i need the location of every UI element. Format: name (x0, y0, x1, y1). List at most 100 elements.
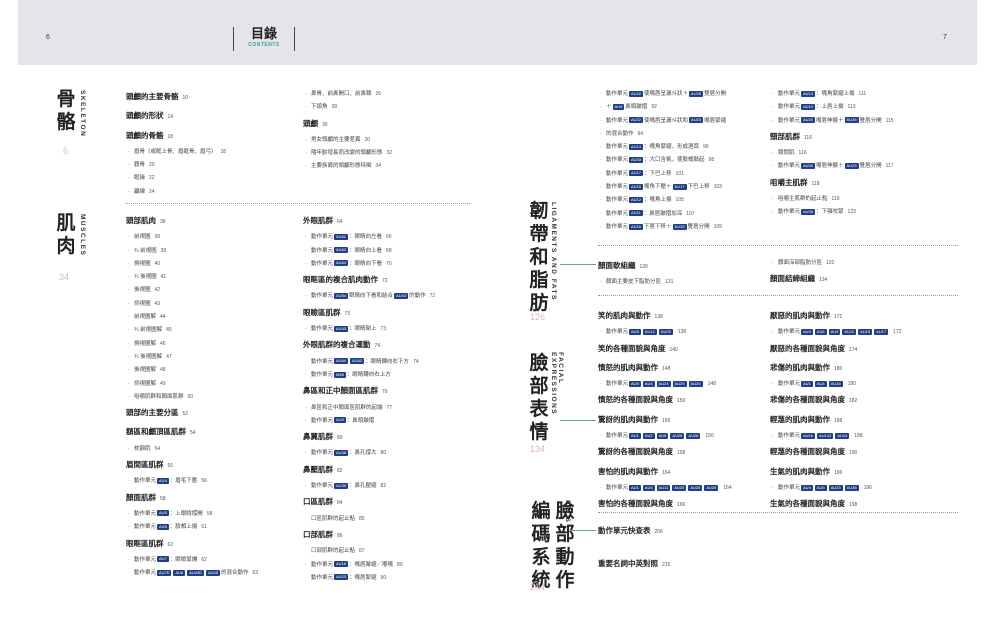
toc-entry[interactable]: 動作單元AU6AU12AU25 138 (598, 326, 732, 340)
toc-heading[interactable]: 頭顱 30 (303, 115, 392, 134)
toc-entry[interactable]: 後視圖42 (126, 284, 258, 298)
toc-heading[interactable]: 顏面肌群 58 (126, 489, 258, 508)
toc-entry[interactable]: 動作單元AU22使嘴唇呈漏斗狀＋AU25雙唇分開 (598, 88, 726, 102)
toc-heading[interactable]: 輕蔑的肌肉與動作 188 (770, 411, 901, 430)
toc-heading[interactable]: 口區肌群 84 (303, 493, 435, 512)
toc-heading[interactable]: 外眼肌群 64 (303, 212, 435, 231)
toc-entry[interactable]: 動作單元AU4AU6AU9AU11AU15AU17 172 (770, 326, 901, 340)
toc-entry[interactable]: 動作單元AU38：鼻孔撐大80 (303, 447, 435, 461)
toc-entry[interactable]: 前視圖解44 (126, 311, 258, 325)
toc-heading[interactable]: 笑的各種面貌與角度 140 (598, 340, 732, 359)
toc-heading[interactable]: 笑的肌肉與動作 138 (598, 307, 732, 326)
toc-heading[interactable]: 生氣的肌肉與動作 196 (770, 463, 901, 482)
toc-entry[interactable]: 動作單元AU6：臉頰上揚61 (126, 521, 258, 535)
toc-entry[interactable]: 側視圖解46 (126, 338, 258, 352)
toc-entry[interactable]: 口部肌群的起止點87 (303, 545, 435, 559)
toc-entry[interactable]: 動作單元AU18：嘴唇聚縮／嘟嘴89 (303, 559, 435, 573)
toc-entry[interactable]: 男女頭顱的主要差異30 (303, 134, 392, 148)
toc-entry[interactable]: 動作單元AU10：上唇上揚113 (770, 101, 894, 115)
toc-entry[interactable]: 動作單元M68：眼睛轉向右上方 (303, 369, 435, 383)
toc-heading[interactable]: 悲傷的肌肉與動作 180 (770, 359, 901, 378)
toc-entry[interactable]: 動作單元AU13：嘴角緊縮上揚111 (770, 88, 894, 102)
toc-heading[interactable]: 頭部的主要分區 52 (126, 404, 258, 423)
toc-entry[interactable]: 動作單元AU20嘴唇伸展＋AU25雙唇分開117 (770, 160, 894, 174)
toc-entry[interactable]: 前視圖38 (126, 231, 258, 245)
toc-entry[interactable]: 下頜角28 (303, 101, 392, 115)
toc-heading[interactable]: 頭顱的主要骨骼 10 (126, 88, 226, 107)
toc-entry[interactable]: 眉骨（或眶上骨、眉眶骨、眉弓）18 (126, 146, 226, 160)
toc-entry[interactable]: 動作單元AUL6AUL12AU14 188 (770, 430, 901, 444)
toc-entry[interactable]: 動作單元AU23：嘴唇緊縮90 (303, 572, 435, 586)
toc-heading[interactable]: 重要名詞中英對照 215 (598, 555, 670, 574)
toc-entry[interactable]: 顏面深部脂肪分區132 (770, 257, 834, 271)
toc-entry[interactable]: 頸闊肌116 (770, 147, 894, 161)
toc-heading[interactable]: 憤怒的各種面貌與角度 150 (598, 391, 732, 410)
toc-heading[interactable]: 眼瞼區肌群 73 (303, 304, 435, 323)
toc-heading[interactable]: 咀嚼主肌群 118 (770, 174, 894, 193)
toc-heading[interactable]: 顏面結締組織 134 (770, 270, 834, 289)
toc-entry[interactable]: 咀嚼肌群和顏面肌群50 (126, 391, 258, 405)
toc-entry[interactable]: 動作單元AU15嘴角下壓＋AU17下巴上移103 (598, 181, 726, 195)
toc-entry[interactable]: 顴骨20 (126, 159, 226, 173)
toc-entry[interactable]: 動作單元AU17：下巴上移101 (598, 168, 726, 182)
toc-heading[interactable]: 頸部肌群 116 (770, 128, 894, 147)
toc-entry[interactable]: 動作單元AU33：大口含氣，使臉頰鼓起98 (598, 154, 726, 168)
toc-entry[interactable]: 的混合動作94 (598, 128, 726, 142)
toc-entry[interactable]: 顳線24 (126, 186, 226, 200)
toc-heading[interactable]: 生氣的各種面貌與角度 198 (770, 495, 901, 514)
toc-entry[interactable]: 動作單元AU22使嘴唇呈漏斗狀和AU23嘴唇緊縮 (598, 115, 726, 129)
toc-heading[interactable]: 動作單元快查表 206 (598, 522, 663, 541)
toc-heading[interactable]: 外眼肌群的複合運動 74 (303, 336, 435, 355)
toc-entry[interactable]: 動作單元AU16下唇下移＋AU25雙唇分開109 (598, 221, 726, 235)
toc-heading[interactable]: 頭顱的骨骼 18 (126, 127, 226, 146)
toc-entry[interactable]: 動作單元AU1AU4AU15 180 (770, 378, 901, 392)
toc-heading[interactable]: 害怕的肌肉與動作 164 (598, 463, 732, 482)
toc-entry[interactable]: 動作單元AU39：鼻孔壓縮82 (303, 480, 435, 494)
toc-entry[interactable]: ¾ 前視圖解45 (126, 324, 258, 338)
toc-entry[interactable]: 動作單元AU43：眼睛閉上73 (303, 323, 435, 337)
toc-entry[interactable]: 主要族裔的頭顱形態特徵34 (303, 160, 392, 174)
toc-entry[interactable]: 動作單元AU64AU62：眼睛轉向右下方74 (303, 356, 435, 370)
toc-entry[interactable]: ¾ 後視圖解47 (126, 351, 258, 365)
toc-heading[interactable]: 鼻翼肌群 80 (303, 428, 435, 447)
toc-entry[interactable]: 動作單元AU14：嘴角緊縮，形成酒窩96 (598, 141, 726, 155)
toc-entry[interactable]: 動作單元AU1AU2AU5AU25AU26 156 (598, 430, 732, 444)
toc-entry[interactable]: 動作單元AU61：眼睛向左看66 (303, 231, 435, 245)
toc-entry[interactable]: 動作單元AU7：眼瞼緊繃62 (126, 554, 258, 568)
toc-entry[interactable]: 動作單元AU20嘴唇伸展＋AU25雙唇分開115 (770, 115, 894, 129)
toc-entry[interactable]: 鼻區和正中顏面區肌群的起端77 (303, 402, 435, 416)
toc-heading[interactable]: 害怕的各種面貌與角度 166 (598, 495, 732, 514)
toc-entry[interactable]: 眶緣22 (126, 172, 226, 186)
toc-heading[interactable]: 眼眶區的複合肌肉動作 72 (303, 271, 435, 290)
toc-entry[interactable]: 咀嚼主肌群的起止點119 (770, 193, 894, 207)
toc-heading[interactable]: 額區和顱頂區肌群 54 (126, 423, 258, 442)
toc-heading[interactable]: 厭惡的肌肉與動作 172 (770, 307, 901, 326)
toc-heading[interactable]: 悲傷的各種面貌與角度 182 (770, 391, 901, 410)
toc-heading[interactable]: 顏面軟組織 130 (598, 257, 673, 276)
toc-heading[interactable]: 憤怒的肌肉與動作 148 (598, 359, 732, 378)
toc-entry[interactable]: 顏面主要皮下脂肪分區131 (598, 276, 673, 290)
toc-heading[interactable]: 眉間區肌群 56 (126, 456, 258, 475)
toc-heading[interactable]: 鼻區和正中顏面區肌群 76 (303, 382, 435, 401)
toc-entry[interactable]: ¾ 前視圖39 (126, 245, 258, 259)
toc-entry[interactable]: 隨年齡增長而改變的頭顱形態32 (303, 147, 392, 161)
toc-entry[interactable]: 動作單元AU26：下顎咬緊123 (770, 206, 894, 220)
toc-entry[interactable]: 動作單元AU11：鼻唇皺摺加深107 (598, 208, 726, 222)
toc-entry[interactable]: 動作單元AU1AU5AU11AU20AU25AU26 164 (598, 482, 732, 496)
toc-entry[interactable]: ¾ 後視圖41 (126, 271, 258, 285)
toc-heading[interactable]: 驚訝的各種面貌與角度 158 (598, 443, 732, 462)
toc-heading[interactable]: 口部肌群 86 (303, 526, 435, 545)
toc-heading[interactable]: 眼眶區肌群 62 (126, 535, 258, 554)
toc-entry[interactable]: 動作單元AU5：上眼瞼撐開58 (126, 508, 258, 522)
toc-heading[interactable]: 頭部肌肉 38 (126, 212, 258, 231)
toc-entry[interactable]: 動作單元AU9：鼻頭皺摺 (303, 415, 435, 429)
toc-entry[interactable]: 後視圖解48 (126, 364, 258, 378)
toc-entry[interactable]: ＋AU9鼻頭皺摺92 (598, 101, 726, 115)
toc-entry[interactable]: 動作單元AU4AU5AU23AU38 196 (770, 482, 901, 496)
toc-entry[interactable]: 動作單元AU7EAU6AU43EAU45的混合動作63 (126, 567, 258, 581)
toc-heading[interactable]: 驚訝的肌肉與動作 156 (598, 411, 732, 430)
toc-entry[interactable]: 動作單元AU12：嘴角上揚105 (598, 194, 726, 208)
toc-heading[interactable]: 厭惡的各種面貌與角度 174 (770, 340, 901, 359)
toc-entry[interactable]: 枕額肌54 (126, 443, 258, 457)
toc-entry[interactable]: 側視圖40 (126, 258, 258, 272)
